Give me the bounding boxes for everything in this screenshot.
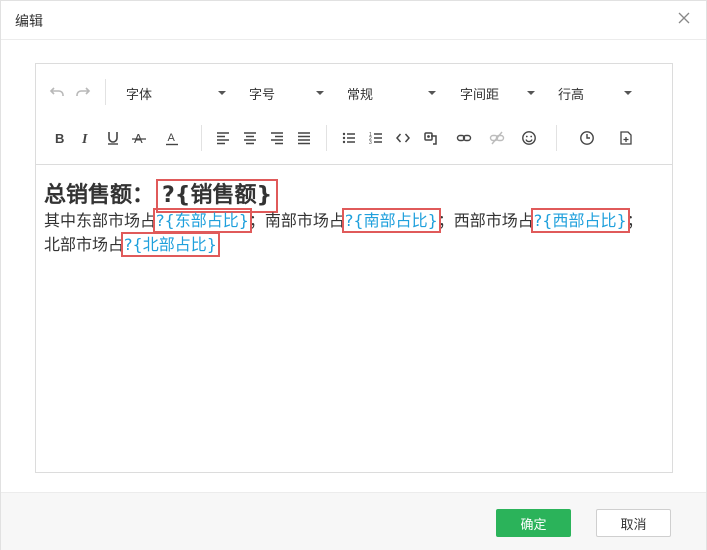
dialog-footer: 确定 取消: [1, 492, 706, 550]
editor-toolbar: 字体 字号 常规 字间距 行高 B I A 1 2 3: [36, 64, 672, 165]
font-size-label: 字号: [249, 88, 276, 103]
underline-icon[interactable]: [103, 128, 123, 148]
dialog-title: 编辑: [15, 14, 43, 30]
toolbar-row-1: 字体 字号 常规 字间距 行高: [36, 78, 672, 106]
north-label: 北部市场占: [44, 235, 125, 254]
north-share-variable[interactable]: ?{北部占比}: [121, 232, 220, 257]
chevron-down-icon: [624, 91, 632, 95]
north-share-line: 北部市场占?{北部占比}: [44, 232, 220, 257]
dialog-body: 字体 字号 常规 字间距 行高 B I A 1 2 3 总销售额： ?{销售额}…: [1, 40, 706, 492]
clock-icon[interactable]: [577, 128, 597, 148]
editor-content[interactable]: 总销售额： ?{销售额} 其中东部市场占?{东部占比}；南部市场占?{南部占比}；…: [36, 165, 672, 471]
toolbar-divider: [201, 125, 202, 151]
close-icon[interactable]: [676, 10, 692, 26]
west-share-variable[interactable]: ?{西部占比}: [530, 208, 630, 233]
emoji-icon[interactable]: [519, 128, 539, 148]
toolbar-divider: [105, 79, 106, 105]
link-icon[interactable]: [454, 128, 474, 148]
svg-text:3: 3: [369, 140, 372, 146]
numbered-list-icon[interactable]: 123: [366, 128, 386, 148]
total-sales-line: 总销售额： ?{销售额}: [44, 177, 279, 213]
font-size-dropdown[interactable]: 字号: [249, 81, 329, 103]
total-sales-label: 总销售额：: [44, 183, 155, 208]
redo-icon[interactable]: [73, 82, 93, 102]
separator: ；: [248, 211, 265, 230]
bold-icon[interactable]: B: [50, 128, 70, 148]
align-center-icon[interactable]: [240, 128, 260, 148]
confirm-button[interactable]: 确定: [496, 509, 571, 537]
align-right-icon[interactable]: [267, 128, 287, 148]
toolbar-row-2: B I A A: [36, 124, 672, 152]
south-share-variable[interactable]: ?{南部占比}: [341, 208, 441, 233]
rich-text-editor: 字体 字号 常规 字间距 行高 B I A 1 2 3 总销售额： ?{销售额}…: [35, 63, 673, 473]
south-label: 南部市场占: [264, 211, 345, 230]
undo-icon[interactable]: [47, 82, 67, 102]
insert-variable-icon[interactable]: [421, 128, 441, 148]
toolbar-divider: [556, 125, 557, 151]
unlink-icon[interactable]: [487, 128, 507, 148]
italic-icon[interactable]: I: [76, 128, 96, 148]
dialog-titlebar: 编辑: [1, 1, 706, 40]
insert-template-icon[interactable]: [616, 128, 636, 148]
align-left-icon[interactable]: [213, 128, 233, 148]
svg-text:I: I: [81, 132, 88, 146]
chevron-down-icon: [428, 91, 436, 95]
code-icon[interactable]: [393, 128, 413, 148]
west-label: 西部市场占: [453, 211, 534, 230]
paragraph-style-label: 常规: [347, 88, 374, 103]
line-height-label: 行高: [558, 88, 585, 103]
svg-text:B: B: [55, 131, 64, 146]
separator: ；: [437, 211, 454, 230]
sales-variable[interactable]: ?{销售额}: [156, 179, 279, 213]
strikethrough-icon[interactable]: A: [129, 128, 149, 148]
edit-dialog: 编辑 字体 字号 常规 字间距 行高 B I A 1 2 3 总销售额： ?{销…: [0, 0, 707, 550]
align-justify-icon[interactable]: [294, 128, 314, 148]
line-height-dropdown[interactable]: 行高: [558, 81, 633, 103]
east-label: 其中东部市场占: [44, 211, 157, 230]
letter-spacing-dropdown[interactable]: 字间距: [460, 81, 535, 103]
font-family-dropdown[interactable]: 字体: [126, 81, 226, 103]
bullet-list-icon[interactable]: [339, 128, 359, 148]
separator: ；: [626, 211, 643, 230]
toolbar-divider: [326, 125, 327, 151]
chevron-down-icon: [316, 91, 324, 95]
chevron-down-icon: [218, 91, 226, 95]
cancel-button[interactable]: 取消: [596, 509, 671, 537]
region-share-line: 其中东部市场占?{东部占比}；南部市场占?{南部占比}；西部市场占?{西部占比}…: [44, 208, 643, 233]
svg-text:A: A: [168, 132, 176, 144]
chevron-down-icon: [527, 91, 535, 95]
font-family-label: 字体: [126, 88, 153, 103]
font-color-icon[interactable]: A: [162, 128, 182, 148]
letter-spacing-label: 字间距: [460, 88, 500, 103]
paragraph-style-dropdown[interactable]: 常规: [347, 81, 439, 103]
east-share-variable[interactable]: ?{东部占比}: [153, 208, 252, 233]
